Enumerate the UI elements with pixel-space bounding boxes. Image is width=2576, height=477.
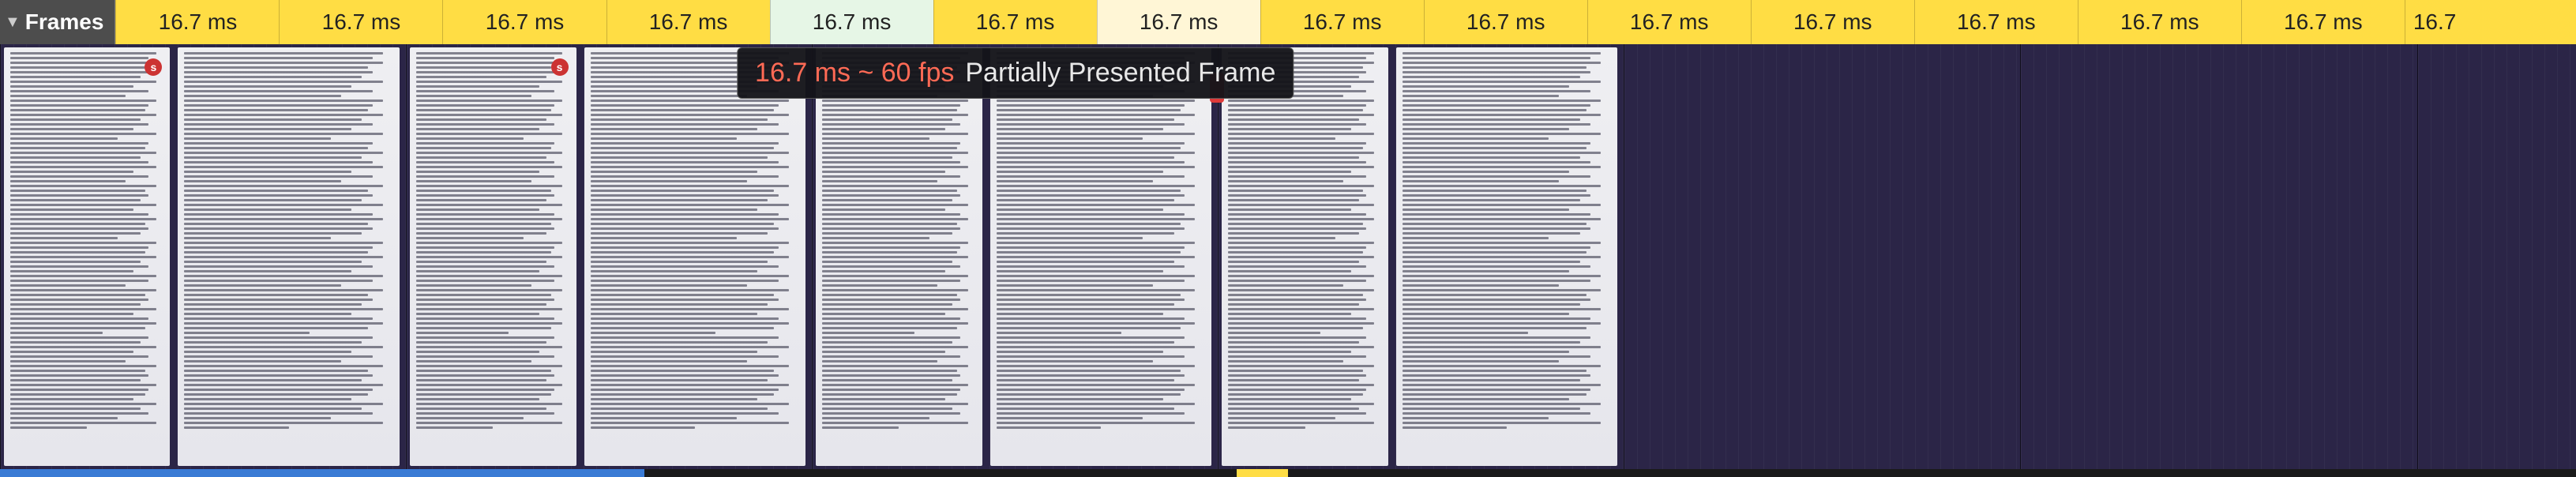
frame-interval-cell[interactable]: 16.7: [2405, 0, 2576, 44]
frame-interval-cell[interactable]: 16.7 ms: [279, 0, 442, 44]
preview-column: [1222, 47, 1388, 466]
frame-interval-cell[interactable]: 16.7 ms: [1751, 0, 1914, 44]
tooltip-time: 16.7 ms ~ 60 fps: [755, 58, 954, 88]
frame-screenshot-hovered[interactable]: 16.7 ms ~ 60 fps Partially Presented Fra…: [812, 44, 1218, 469]
frame-interval-cell[interactable]: 16.7 ms: [442, 0, 606, 44]
error-badge-icon: s: [145, 58, 162, 76]
frame-interval-cell-hovered[interactable]: 16.7 ms: [1097, 0, 1260, 44]
devtools-frames-panel: ▼ Frames 16.7 ms 16.7 ms 16.7 ms 16.7 ms…: [0, 0, 2576, 477]
page-preview: [1222, 47, 1617, 466]
page-preview: s: [4, 47, 400, 466]
frames-track-label: Frames: [25, 9, 104, 35]
frame-interval-cell[interactable]: 16.7 ms: [2078, 0, 2241, 44]
preview-column: [990, 47, 1212, 466]
frame-interval-cell[interactable]: 16.7 ms: [1914, 0, 2078, 44]
frame-screenshot[interactable]: [1218, 44, 1624, 469]
page-preview: [816, 47, 1211, 466]
frame-interval-cell[interactable]: 16.7 ms: [770, 0, 933, 44]
frame-screenshot-empty[interactable]: [2020, 44, 2416, 469]
preview-column: s: [410, 47, 576, 466]
frames-screenshot-row: s s 16.7 ms ~ 60 fps Partially Presented…: [0, 44, 2576, 469]
footer-segment: [1288, 469, 2576, 477]
footer-segment: [644, 469, 1237, 477]
frame-interval-cell[interactable]: 16.7 ms: [606, 0, 770, 44]
preview-column: [178, 47, 400, 466]
collapse-triangle-icon[interactable]: ▼: [5, 13, 21, 32]
error-badge-icon: s: [551, 58, 569, 76]
frame-screenshot[interactable]: s: [406, 44, 812, 469]
preview-column: [1396, 47, 1618, 466]
frames-track-header[interactable]: ▼ Frames: [0, 0, 115, 44]
frame-interval-cell[interactable]: 16.7 ms: [933, 0, 1097, 44]
frame-interval-cell[interactable]: 16.7 ms: [1424, 0, 1587, 44]
frame-interval-cell[interactable]: 16.7 ms: [1260, 0, 1424, 44]
frame-screenshot-empty[interactable]: [2417, 44, 2576, 469]
frame-interval-cell[interactable]: 16.7 ms: [115, 0, 279, 44]
preview-column: [584, 47, 806, 466]
page-preview: s: [410, 47, 805, 466]
frame-interval-cell[interactable]: 16.7 ms: [2241, 0, 2405, 44]
footer-segment: [1237, 469, 1288, 477]
frame-interval-cell[interactable]: 16.7 ms: [1587, 0, 1751, 44]
frame-screenshot[interactable]: s: [0, 44, 406, 469]
frame-tooltip: 16.7 ms ~ 60 fps Partially Presented Fra…: [737, 47, 1294, 99]
frame-screenshot-empty[interactable]: [1624, 44, 2020, 469]
frames-header-row: ▼ Frames 16.7 ms 16.7 ms 16.7 ms 16.7 ms…: [0, 0, 2576, 44]
footer-segment: [0, 469, 644, 477]
tooltip-label: Partially Presented Frame: [965, 58, 1275, 88]
preview-column: [816, 47, 982, 466]
preview-column: s: [4, 47, 170, 466]
timeline-footer-strip: [0, 469, 2576, 477]
